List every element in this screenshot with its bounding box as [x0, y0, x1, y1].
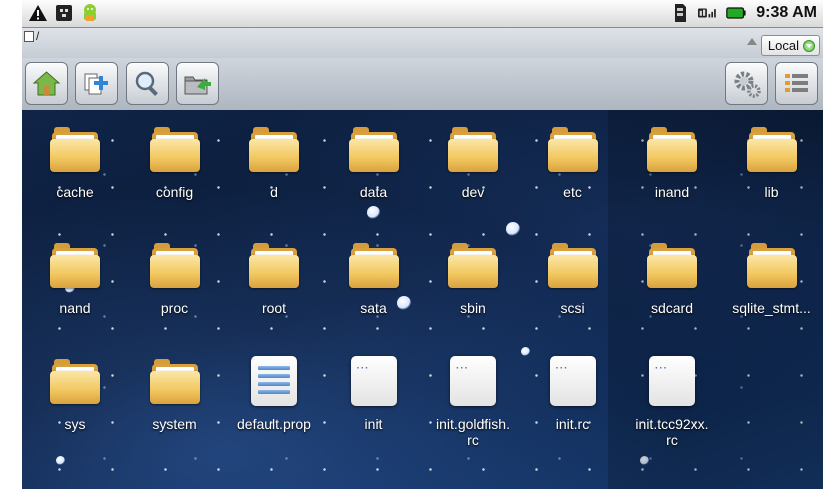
home-button[interactable] [25, 62, 68, 105]
storage-select-value: Local [767, 38, 799, 53]
folder-icon [448, 240, 498, 290]
text-file-icon [249, 356, 299, 406]
file-name: dev [461, 184, 485, 200]
move-folder-button[interactable] [176, 62, 219, 105]
folder-item[interactable]: inand [622, 118, 722, 228]
file-name: data [359, 184, 388, 200]
folder-item[interactable]: sdcard [622, 234, 722, 344]
folder-item[interactable]: system [125, 350, 225, 460]
folder-icon [746, 240, 797, 290]
current-path: / [36, 29, 40, 43]
folder-icon [249, 124, 299, 174]
new-folder-button[interactable] [75, 62, 118, 105]
usb-debug-icon[interactable] [54, 3, 74, 23]
folder-item[interactable]: cache [25, 118, 125, 228]
file-name: sata [360, 300, 387, 316]
file-item[interactable]: default.prop [224, 350, 324, 460]
file-item[interactable]: ··· init [324, 350, 424, 460]
folder-item[interactable]: nand [25, 234, 125, 344]
file-name: inand [654, 184, 690, 200]
folder-icon [50, 356, 100, 406]
scroll-up-icon[interactable] [747, 38, 757, 45]
folder-icon [149, 240, 200, 290]
battery-icon [726, 3, 746, 23]
signal-icon [698, 3, 718, 23]
folder-icon [149, 124, 200, 174]
file-name: nand [59, 300, 91, 316]
android-icon[interactable] [80, 3, 100, 23]
storage-select[interactable]: Local [760, 35, 820, 56]
file-name: config [155, 184, 194, 200]
file-icon: ··· [548, 356, 598, 406]
folder-icon [249, 240, 299, 290]
settings-button[interactable] [725, 62, 768, 105]
folder-icon [647, 124, 697, 174]
folder-icon [448, 124, 498, 174]
file-item[interactable]: ··· init.rc [523, 350, 623, 460]
folder-icon [348, 240, 399, 290]
folder-item[interactable]: config [125, 118, 225, 228]
list-view-icon [785, 74, 808, 92]
folder-item[interactable]: sys [25, 350, 125, 460]
settings-icon [734, 71, 761, 98]
file-name: init.goldfish. rc [436, 416, 510, 448]
new-folder-icon [84, 73, 108, 95]
file-name: lib [764, 184, 779, 200]
warning-icon[interactable] [28, 3, 48, 23]
path-bar: / Local [22, 28, 823, 58]
file-name: sys [64, 416, 86, 432]
status-bar: 9:38 AM [22, 0, 823, 28]
file-name: init.tcc92xx. rc [635, 416, 709, 448]
file-name: default.prop [237, 416, 311, 432]
folder-icon [50, 124, 100, 174]
file-name: scsi [560, 300, 585, 316]
file-name: d [270, 184, 278, 200]
dropdown-icon [803, 39, 815, 52]
search-button[interactable] [126, 62, 169, 105]
folder-item[interactable]: dev [423, 118, 523, 228]
file-icon: ··· [448, 356, 498, 406]
folder-item[interactable]: data [324, 118, 424, 228]
folder-item[interactable]: sqlite_stmt... [722, 234, 822, 344]
folder-icon [348, 124, 399, 174]
clock: 9:38 AM [756, 4, 817, 21]
folder-item[interactable]: scsi [523, 234, 623, 344]
folder-icon [50, 240, 100, 290]
file-name: init [364, 416, 383, 432]
file-name: root [261, 300, 287, 316]
file-icon: ··· [349, 356, 399, 406]
home-icon [32, 71, 61, 96]
file-name: init.rc [555, 416, 590, 432]
folder-item[interactable]: d [224, 118, 324, 228]
file-name: sbin [460, 300, 486, 316]
list-view-button[interactable] [775, 62, 818, 105]
file-name: sdcard [650, 300, 694, 316]
folder-item[interactable]: etc [523, 118, 623, 228]
android-screen: 9:38 AM / Local cache config d data dev … [22, 0, 823, 489]
file-name: system [152, 416, 197, 432]
folder-item[interactable]: proc [125, 234, 225, 344]
path-checkbox-icon[interactable] [24, 31, 34, 42]
sd-card-icon [670, 3, 690, 23]
folder-item[interactable]: sata [324, 234, 424, 344]
file-grid: cache config d data dev etc inand lib nand proc ro… [22, 110, 823, 489]
search-icon [135, 71, 158, 96]
file-name: cache [56, 184, 94, 200]
folder-icon [149, 356, 200, 406]
folder-icon [647, 240, 697, 290]
file-name: sqlite_stmt... [732, 300, 811, 316]
folder-icon [547, 240, 598, 290]
toolbar [22, 58, 823, 110]
folder-icon [547, 124, 598, 174]
folder-icon [746, 124, 797, 174]
file-item[interactable]: ··· init.goldfish. rc [423, 350, 523, 460]
file-item[interactable]: ··· init.tcc92xx. rc [622, 350, 722, 460]
folder-item[interactable]: sbin [423, 234, 523, 344]
file-name: etc [563, 184, 582, 200]
folder-item[interactable]: lib [722, 118, 822, 228]
file-name: proc [160, 300, 189, 316]
file-icon: ··· [647, 356, 697, 406]
move-folder-icon [184, 76, 211, 95]
folder-item[interactable]: root [224, 234, 324, 344]
